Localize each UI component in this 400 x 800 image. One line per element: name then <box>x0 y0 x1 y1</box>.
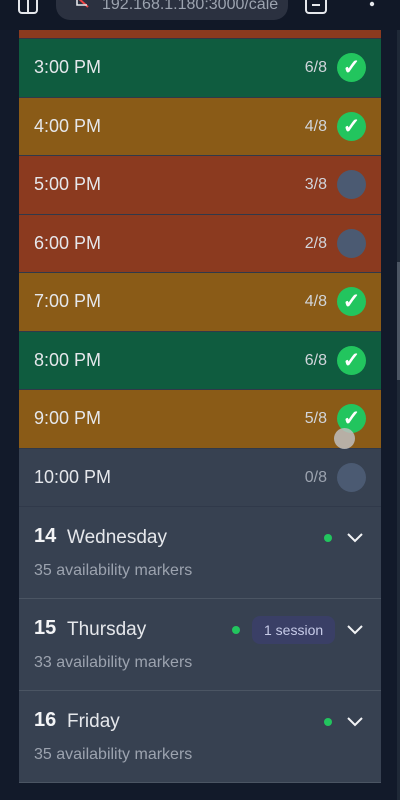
slot-time: 9:00 PM <box>34 408 102 428</box>
day-number: 14 <box>34 525 57 547</box>
touch-indicator <box>334 428 355 449</box>
availability-dot-icon <box>324 534 332 542</box>
chevron-down-icon[interactable] <box>346 712 364 730</box>
day-row[interactable]: 16 Friday 35 availability markers <box>19 691 381 783</box>
slot-time: 10:00 PM <box>34 466 112 487</box>
previous-slot-edge <box>19 30 381 39</box>
time-slot[interactable]: 6:00 PM 2/8 <box>19 214 381 273</box>
slot-count: 4/8 <box>304 117 327 135</box>
not-secure-icon <box>76 0 89 8</box>
day-number: 15 <box>34 617 57 639</box>
availability-dot-icon <box>232 626 240 634</box>
empty-circle-icon[interactable] <box>337 462 366 492</box>
slot-time: 3:00 PM <box>34 57 102 77</box>
day-row[interactable]: 14 Wednesday 35 availability markers <box>19 507 381 599</box>
availability-dot-icon <box>324 718 332 726</box>
slot-time: 6:00 PM <box>34 232 102 253</box>
check-icon[interactable]: ✓ <box>337 287 366 316</box>
time-slot[interactable]: 3:00 PM 6/8 ✓ <box>19 39 381 98</box>
day-number: 16 <box>34 709 57 731</box>
time-slot[interactable]: 5:00 PM 3/8 <box>19 156 381 215</box>
url-text: 192.168.1.180:3000/cale <box>102 0 279 13</box>
time-slot[interactable]: 10:00 PM 0/8 <box>19 448 381 507</box>
slot-count: 5/8 <box>304 410 327 427</box>
availability-markers: 35 availability markers <box>34 562 193 579</box>
slot-time: 8:00 PM <box>34 349 102 370</box>
time-slot[interactable]: 8:00 PM 6/8 ✓ <box>19 331 381 390</box>
day-name: Wednesday <box>67 527 167 548</box>
slot-count: 4/8 <box>304 293 327 310</box>
slot-count: 0/8 <box>304 468 327 486</box>
slot-count: 2/8 <box>304 234 327 252</box>
slot-count: 6/8 <box>304 59 327 76</box>
check-icon[interactable]: ✓ <box>337 53 366 82</box>
slot-time: 7:00 PM <box>34 291 102 311</box>
slot-time: 5:00 PM <box>34 174 102 194</box>
session-badge: 1 session <box>252 616 336 644</box>
empty-circle-icon[interactable] <box>337 228 366 258</box>
chevron-down-icon[interactable] <box>346 620 364 638</box>
check-icon[interactable]: ✓ <box>337 345 366 375</box>
time-slot[interactable]: 4:00 PM 4/8 ✓ <box>19 97 381 156</box>
tabs-icon[interactable] <box>18 0 38 14</box>
slot-time: 4:00 PM <box>34 115 102 136</box>
day-name: Friday <box>67 711 120 732</box>
day-row[interactable]: 15 Thursday 33 availability markers 1 sessi… <box>19 599 381 691</box>
time-slot[interactable]: 7:00 PM 4/8 ✓ <box>19 273 381 332</box>
browser-toolbar: 192.168.1.180:3000/cale <box>0 0 400 30</box>
empty-circle-icon[interactable] <box>337 170 366 199</box>
availability-markers: 33 availability markers <box>34 654 193 671</box>
scan-icon[interactable] <box>305 0 327 14</box>
more-menu-icon[interactable] <box>368 0 376 10</box>
check-icon[interactable]: ✓ <box>337 111 366 141</box>
address-bar[interactable]: 192.168.1.180:3000/cale <box>56 0 288 20</box>
chevron-down-icon[interactable] <box>346 528 364 546</box>
slot-count: 3/8 <box>304 176 327 193</box>
slot-count: 6/8 <box>304 351 327 369</box>
availability-markers: 35 availability markers <box>34 746 193 763</box>
calendar-list: 3:00 PM 6/8 ✓ 4:00 PM 4/8 ✓ 5:00 PM 3/8 6:00 PM 2… <box>19 30 381 783</box>
day-name: Thursday <box>67 619 147 640</box>
time-slot[interactable]: 9:00 PM 5/8 ✓ <box>19 390 381 449</box>
